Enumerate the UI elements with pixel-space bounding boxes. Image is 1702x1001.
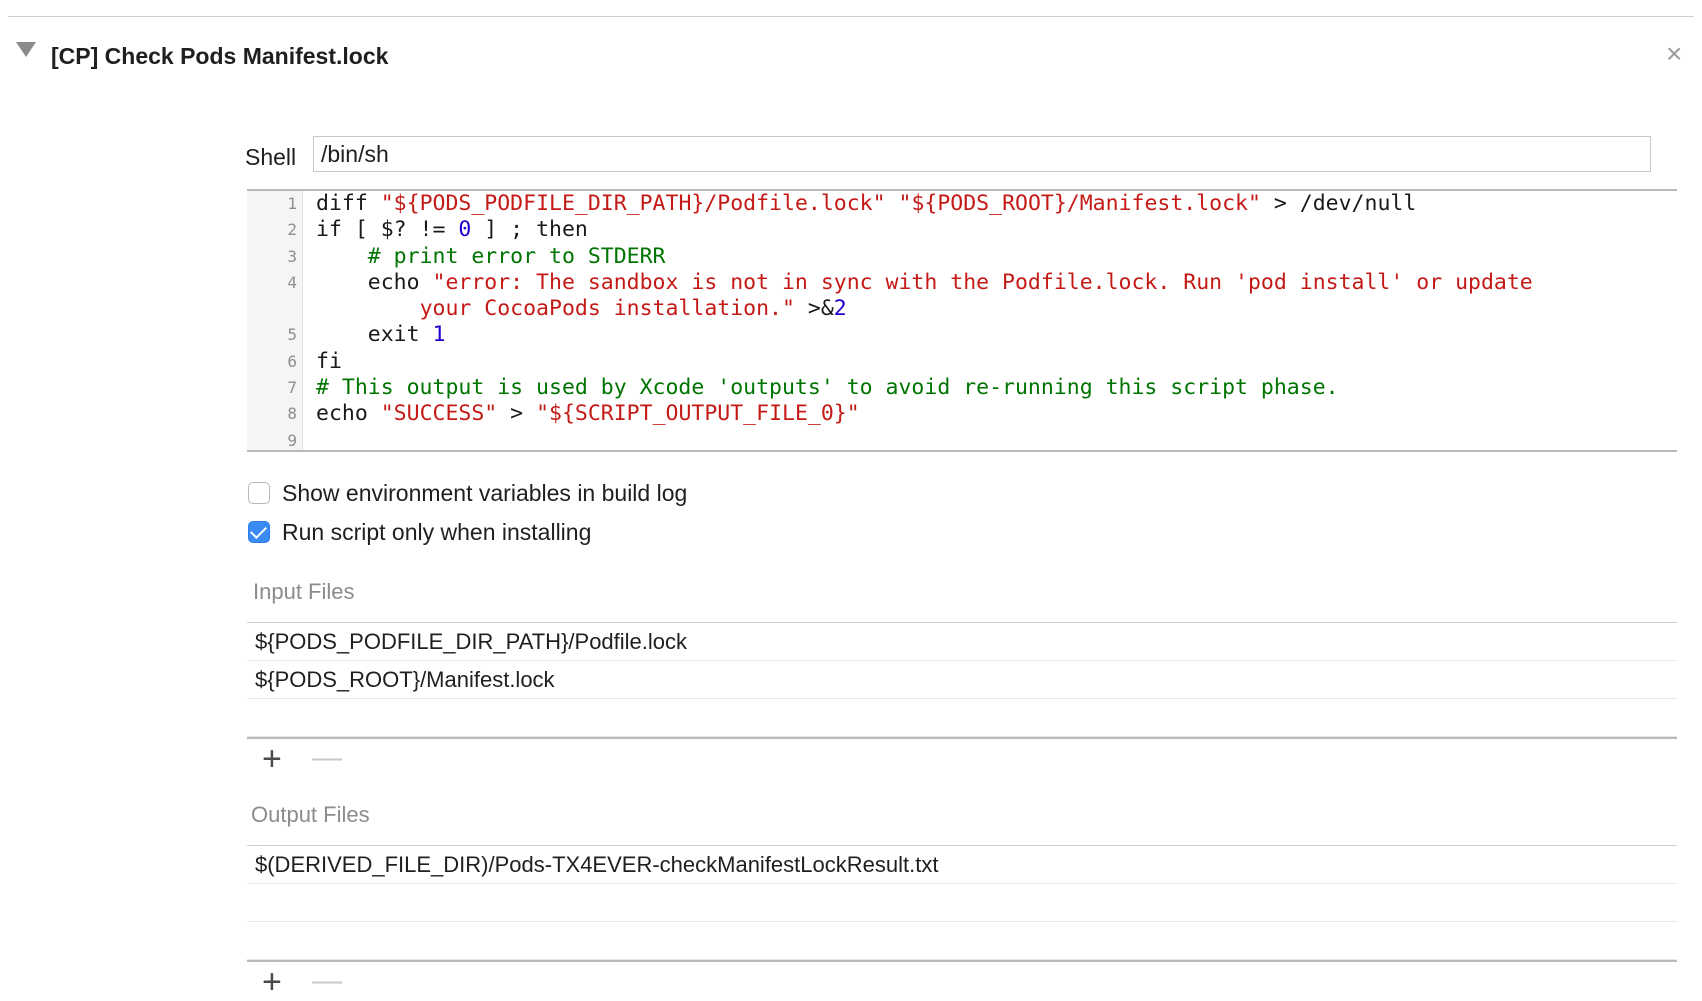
list-item-empty[interactable] [247,922,1677,960]
input-files-label: Input Files [253,579,355,604]
code-text: your CocoaPods installation." >&2 [316,296,847,322]
code-text: diff "${PODS_PODFILE_DIR_PATH}/Podfile.l… [316,191,1416,217]
line-number: 1 [287,194,297,213]
code-token: 2 [833,296,847,322]
code-line[interactable]: 6 fi [247,349,1677,375]
code-token: 1 [432,322,446,348]
code-line[interactable]: 7 # This output is used by Xcode 'outputs… [247,375,1677,401]
top-divider [8,16,1694,17]
add-input-file-button[interactable]: + [262,742,282,776]
remove-output-file-button[interactable]: — [312,966,342,996]
code-line[interactable]: 4 echo "error: The sandbox is not in syn… [247,270,1677,296]
list-item[interactable]: ${PODS_PODFILE_DIR_PATH}/Podfile.lock [247,623,1677,661]
list-item-empty[interactable] [247,699,1677,737]
list-item-empty[interactable] [247,884,1677,922]
line-number: 3 [287,246,297,266]
code-text: # This output is used by Xcode 'outputs'… [316,375,1339,401]
code-text: if [ $? != 0 ] ; then [316,217,588,243]
add-output-file-button[interactable]: + [262,965,282,999]
code-token: echo [316,401,381,427]
code-line[interactable]: 2 if [ $? != 0 ] ; then [247,217,1677,243]
code-line[interactable]: 5 exit 1 [247,322,1677,348]
code-token: "${SCRIPT_OUTPUT_FILE_0}" [536,401,860,427]
shell-label: Shell [245,144,297,170]
input-files-bottom-border [247,737,1677,739]
show-env-label: Show environment variables in build log [282,480,688,506]
close-icon[interactable]: × [1666,40,1682,68]
code-token: "error: The sandbox is not in sync with … [432,269,1533,295]
code-line[interactable]: 1 diff "${PODS_PODFILE_DIR_PATH}/Podfile.… [247,191,1677,217]
code-token: your CocoaPods installation." [419,296,795,322]
code-text: fi [316,349,342,375]
phase-title: [CP] Check Pods Manifest.lock [51,43,389,69]
code-token: ] ; then [471,217,588,243]
script-code[interactable]: 1 diff "${PODS_PODFILE_DIR_PATH}/Podfile.… [247,191,1677,454]
code-line[interactable]: 9 [247,428,1677,454]
code-token: >& [794,296,834,322]
line-number: 4 [287,272,297,292]
code-token: diff [316,191,381,216]
output-files-list: $(DERIVED_FILE_DIR)/Pods-TX4EVER-checkMa… [247,845,1677,960]
code-line[interactable]: 3 # print error to STDERR [247,244,1677,270]
output-files-bottom-border [247,960,1677,962]
code-token: > /dev/null [1260,191,1417,216]
show-env-checkbox[interactable] [248,482,270,504]
code-token: # This output is used by Xcode 'outputs'… [316,375,1339,401]
code-token: fi [316,348,342,374]
remove-input-file-button[interactable]: — [312,743,342,773]
line-number: 8 [287,404,297,424]
run-only-installing-checkbox[interactable] [248,521,270,543]
code-token: "SUCCESS" [380,401,498,427]
checkmark-icon [250,522,267,539]
input-files-list: ${PODS_PODFILE_DIR_PATH}/Podfile.lock ${… [247,622,1677,737]
code-token: "${PODS_ROOT}/Manifest.lock" [898,191,1261,216]
shell-input[interactable] [313,136,1651,172]
output-files-label: Output Files [251,802,370,827]
code-token: # print error to STDERR [367,243,666,269]
disclosure-triangle-icon[interactable] [16,42,36,57]
code-token: echo [316,269,433,295]
code-text: exit 1 [316,322,446,348]
code-text: echo "SUCCESS" > "${SCRIPT_OUTPUT_FILE_0… [316,401,860,427]
list-item[interactable]: $(DERIVED_FILE_DIR)/Pods-TX4EVER-checkMa… [247,846,1677,884]
code-token: "${PODS_PODFILE_DIR_PATH}/Podfile.lock" [380,191,886,216]
run-only-installing-label: Run script only when installing [282,519,592,545]
line-number: 2 [287,220,297,240]
code-text: echo "error: The sandbox is not in sync … [316,270,1533,296]
list-item[interactable]: ${PODS_ROOT}/Manifest.lock [247,661,1677,699]
code-token: if [ $? != [316,217,459,243]
code-line[interactable]: 8 echo "SUCCESS" > "${SCRIPT_OUTPUT_FILE_… [247,401,1677,427]
line-number: 6 [287,351,297,371]
line-number: 9 [287,430,297,450]
code-token: > [497,401,537,427]
code-token: exit [316,322,433,348]
code-token: 0 [458,217,472,243]
code-text: # print error to STDERR [316,244,666,270]
script-editor[interactable]: 1 diff "${PODS_PODFILE_DIR_PATH}/Podfile.… [247,189,1677,452]
line-number: 7 [287,378,297,398]
code-line[interactable]: your CocoaPods installation." >&2 [247,296,1677,322]
line-number: 5 [287,325,297,345]
